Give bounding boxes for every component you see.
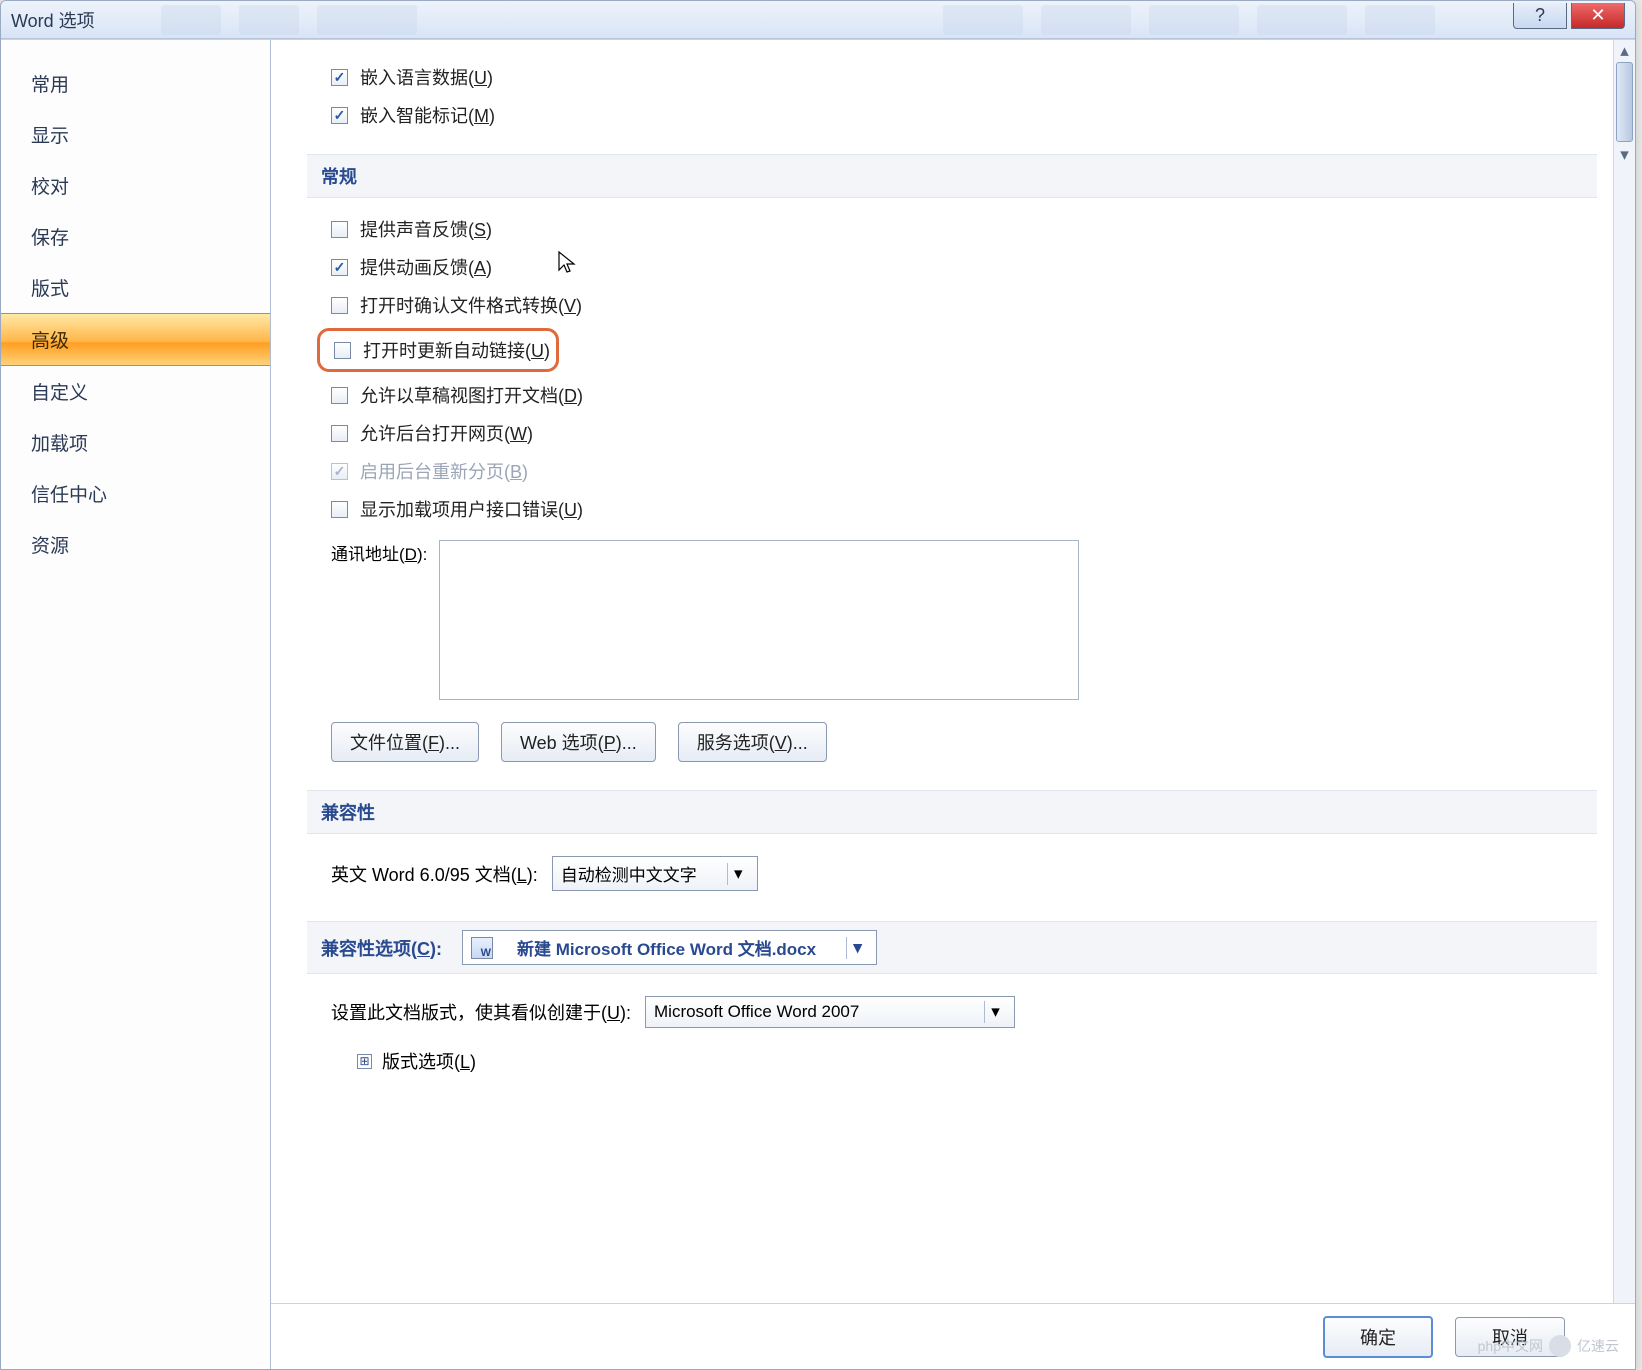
checkbox-label: 打开时确认文件格式转换(V) xyxy=(360,292,582,318)
checkbox-label: 启用后台重新分页(B) xyxy=(360,458,528,484)
checkbox-icon[interactable] xyxy=(331,259,348,276)
checkbox-icon[interactable] xyxy=(331,221,348,238)
background-ribbon-ghost xyxy=(161,4,1435,35)
checkbox-icon[interactable] xyxy=(334,342,351,359)
checkbox-icon[interactable] xyxy=(331,69,348,86)
scroll-up-icon[interactable]: ▴ xyxy=(1614,40,1635,62)
checkbox-icon[interactable] xyxy=(331,297,348,314)
close-button[interactable]: ✕ xyxy=(1571,3,1625,29)
section-compat-heading: 兼容性 xyxy=(307,790,1597,834)
checkbox-label: 允许后台打开网页(W) xyxy=(360,420,533,446)
checkbox-icon[interactable] xyxy=(331,501,348,518)
watermark: php中文网 亿速云 xyxy=(1478,1335,1619,1357)
sidebar-item-resources[interactable]: 资源 xyxy=(1,519,270,570)
word-options-window: Word 选项 ? ✕ 常用 显示 校对 保存 版式 高级 自定义 加载项 信任… xyxy=(0,0,1636,1370)
sidebar-item-save[interactable]: 保存 xyxy=(1,211,270,262)
options-content: 嵌入语言数据(U) 嵌入智能标记(M) 常规 提供声音反馈(S) 提供动画反馈(A)… xyxy=(271,40,1635,1369)
sidebar-item-layout[interactable]: 版式 xyxy=(1,262,270,313)
general-option-0[interactable]: 提供声音反馈(S) xyxy=(307,210,1597,248)
sidebar-item-display[interactable]: 显示 xyxy=(1,109,270,160)
titlebar: Word 选项 ? ✕ xyxy=(1,1,1635,39)
general-option-6[interactable]: 启用后台重新分页(B) xyxy=(307,452,1597,490)
doc-layout-version-select[interactable]: Microsoft Office Word 2007 ▾ xyxy=(645,996,1015,1028)
help-button[interactable]: ? xyxy=(1513,3,1567,29)
checkbox-label: 打开时更新自动链接(U) xyxy=(363,337,550,363)
english-word-label: 英文 Word 6.0/95 文档(L): xyxy=(331,861,538,887)
doc-layout-version-row: 设置此文档版式，使其看似创建于(U): Microsoft Office Wor… xyxy=(307,986,1597,1038)
checkbox-icon[interactable] xyxy=(331,107,348,124)
window-title: Word 选项 xyxy=(11,7,95,33)
compat-options-select[interactable]: 新建 Microsoft Office Word 文档.docx ▾ xyxy=(462,930,877,965)
checkbox-icon[interactable] xyxy=(331,387,348,404)
scroll-down-icon[interactable]: ▾ xyxy=(1614,144,1635,166)
scrollbar-thumb[interactable] xyxy=(1616,62,1633,142)
general-option-1[interactable]: 提供动画反馈(A) xyxy=(307,248,1597,286)
sidebar-item-general[interactable]: 常用 xyxy=(1,58,270,109)
plus-icon: ⊞ xyxy=(357,1054,372,1069)
general-option-3[interactable]: 打开时更新自动链接(U) xyxy=(334,333,550,367)
checkbox-icon[interactable] xyxy=(331,463,348,480)
doc-layout-version-label: 设置此文档版式，使其看似创建于(U): xyxy=(331,999,631,1025)
checkbox-label: 嵌入语言数据(U) xyxy=(360,64,493,90)
options-button-0[interactable]: 文件位置(F)... xyxy=(331,722,479,762)
section-general-heading: 常规 xyxy=(307,154,1597,198)
layout-options-expander[interactable]: ⊞ 版式选项(L) xyxy=(307,1038,1597,1078)
chevron-down-icon: ▾ xyxy=(846,937,868,959)
word-doc-icon xyxy=(471,937,493,959)
checkbox-label: 允许以草稿视图打开文档(D) xyxy=(360,382,583,408)
chevron-down-icon: ▾ xyxy=(727,863,749,885)
checkbox-label: 提供动画反馈(A) xyxy=(360,254,492,280)
mail-address-textarea[interactable] xyxy=(439,540,1079,700)
english-word-select[interactable]: 自动检测中文文字 ▾ xyxy=(552,856,758,891)
sidebar-item-customize[interactable]: 自定义 xyxy=(1,366,270,417)
general-option-5[interactable]: 允许后台打开网页(W) xyxy=(307,414,1597,452)
options-button-1[interactable]: Web 选项(P)... xyxy=(501,722,656,762)
general-option-4[interactable]: 允许以草稿视图打开文档(D) xyxy=(307,376,1597,414)
checkbox-label: 提供声音反馈(S) xyxy=(360,216,492,242)
options-button-2[interactable]: 服务选项(V)... xyxy=(678,722,827,762)
sidebar-item-trust[interactable]: 信任中心 xyxy=(1,468,270,519)
checkbox-label: 显示加载项用户接口错误(U) xyxy=(360,496,583,522)
chevron-down-icon: ▾ xyxy=(984,1001,1006,1023)
checkbox-label: 嵌入智能标记(M) xyxy=(360,102,495,128)
sidebar-item-proofing[interactable]: 校对 xyxy=(1,160,270,211)
ok-button[interactable]: 确定 xyxy=(1323,1316,1433,1358)
mail-address-label: 通讯地址(D): xyxy=(331,540,427,565)
mail-address-row: 通讯地址(D): xyxy=(307,528,1597,708)
highlighted-option-frame: 打开时更新自动链接(U) xyxy=(317,328,559,372)
compat-options-row: 兼容性选项(C): 新建 Microsoft Office Word 文档.do… xyxy=(307,921,1597,974)
checkbox-icon[interactable] xyxy=(331,425,348,442)
vertical-scrollbar[interactable]: ▴ ▾ xyxy=(1613,40,1635,1303)
embed-option-1[interactable]: 嵌入智能标记(M) xyxy=(307,96,1597,134)
english-word-row: 英文 Word 6.0/95 文档(L): 自动检测中文文字 ▾ xyxy=(307,846,1597,901)
sidebar-item-addins[interactable]: 加载项 xyxy=(1,417,270,468)
sidebar: 常用 显示 校对 保存 版式 高级 自定义 加载项 信任中心 资源 xyxy=(1,40,271,1369)
general-option-2[interactable]: 打开时确认文件格式转换(V) xyxy=(307,286,1597,324)
embed-option-0[interactable]: 嵌入语言数据(U) xyxy=(307,58,1597,96)
general-option-7[interactable]: 显示加载项用户接口错误(U) xyxy=(307,490,1597,528)
dialog-footer: 确定 取消 xyxy=(271,1303,1635,1369)
sidebar-item-advanced[interactable]: 高级 xyxy=(1,313,270,366)
compat-options-label: 兼容性选项(C): xyxy=(321,935,442,961)
